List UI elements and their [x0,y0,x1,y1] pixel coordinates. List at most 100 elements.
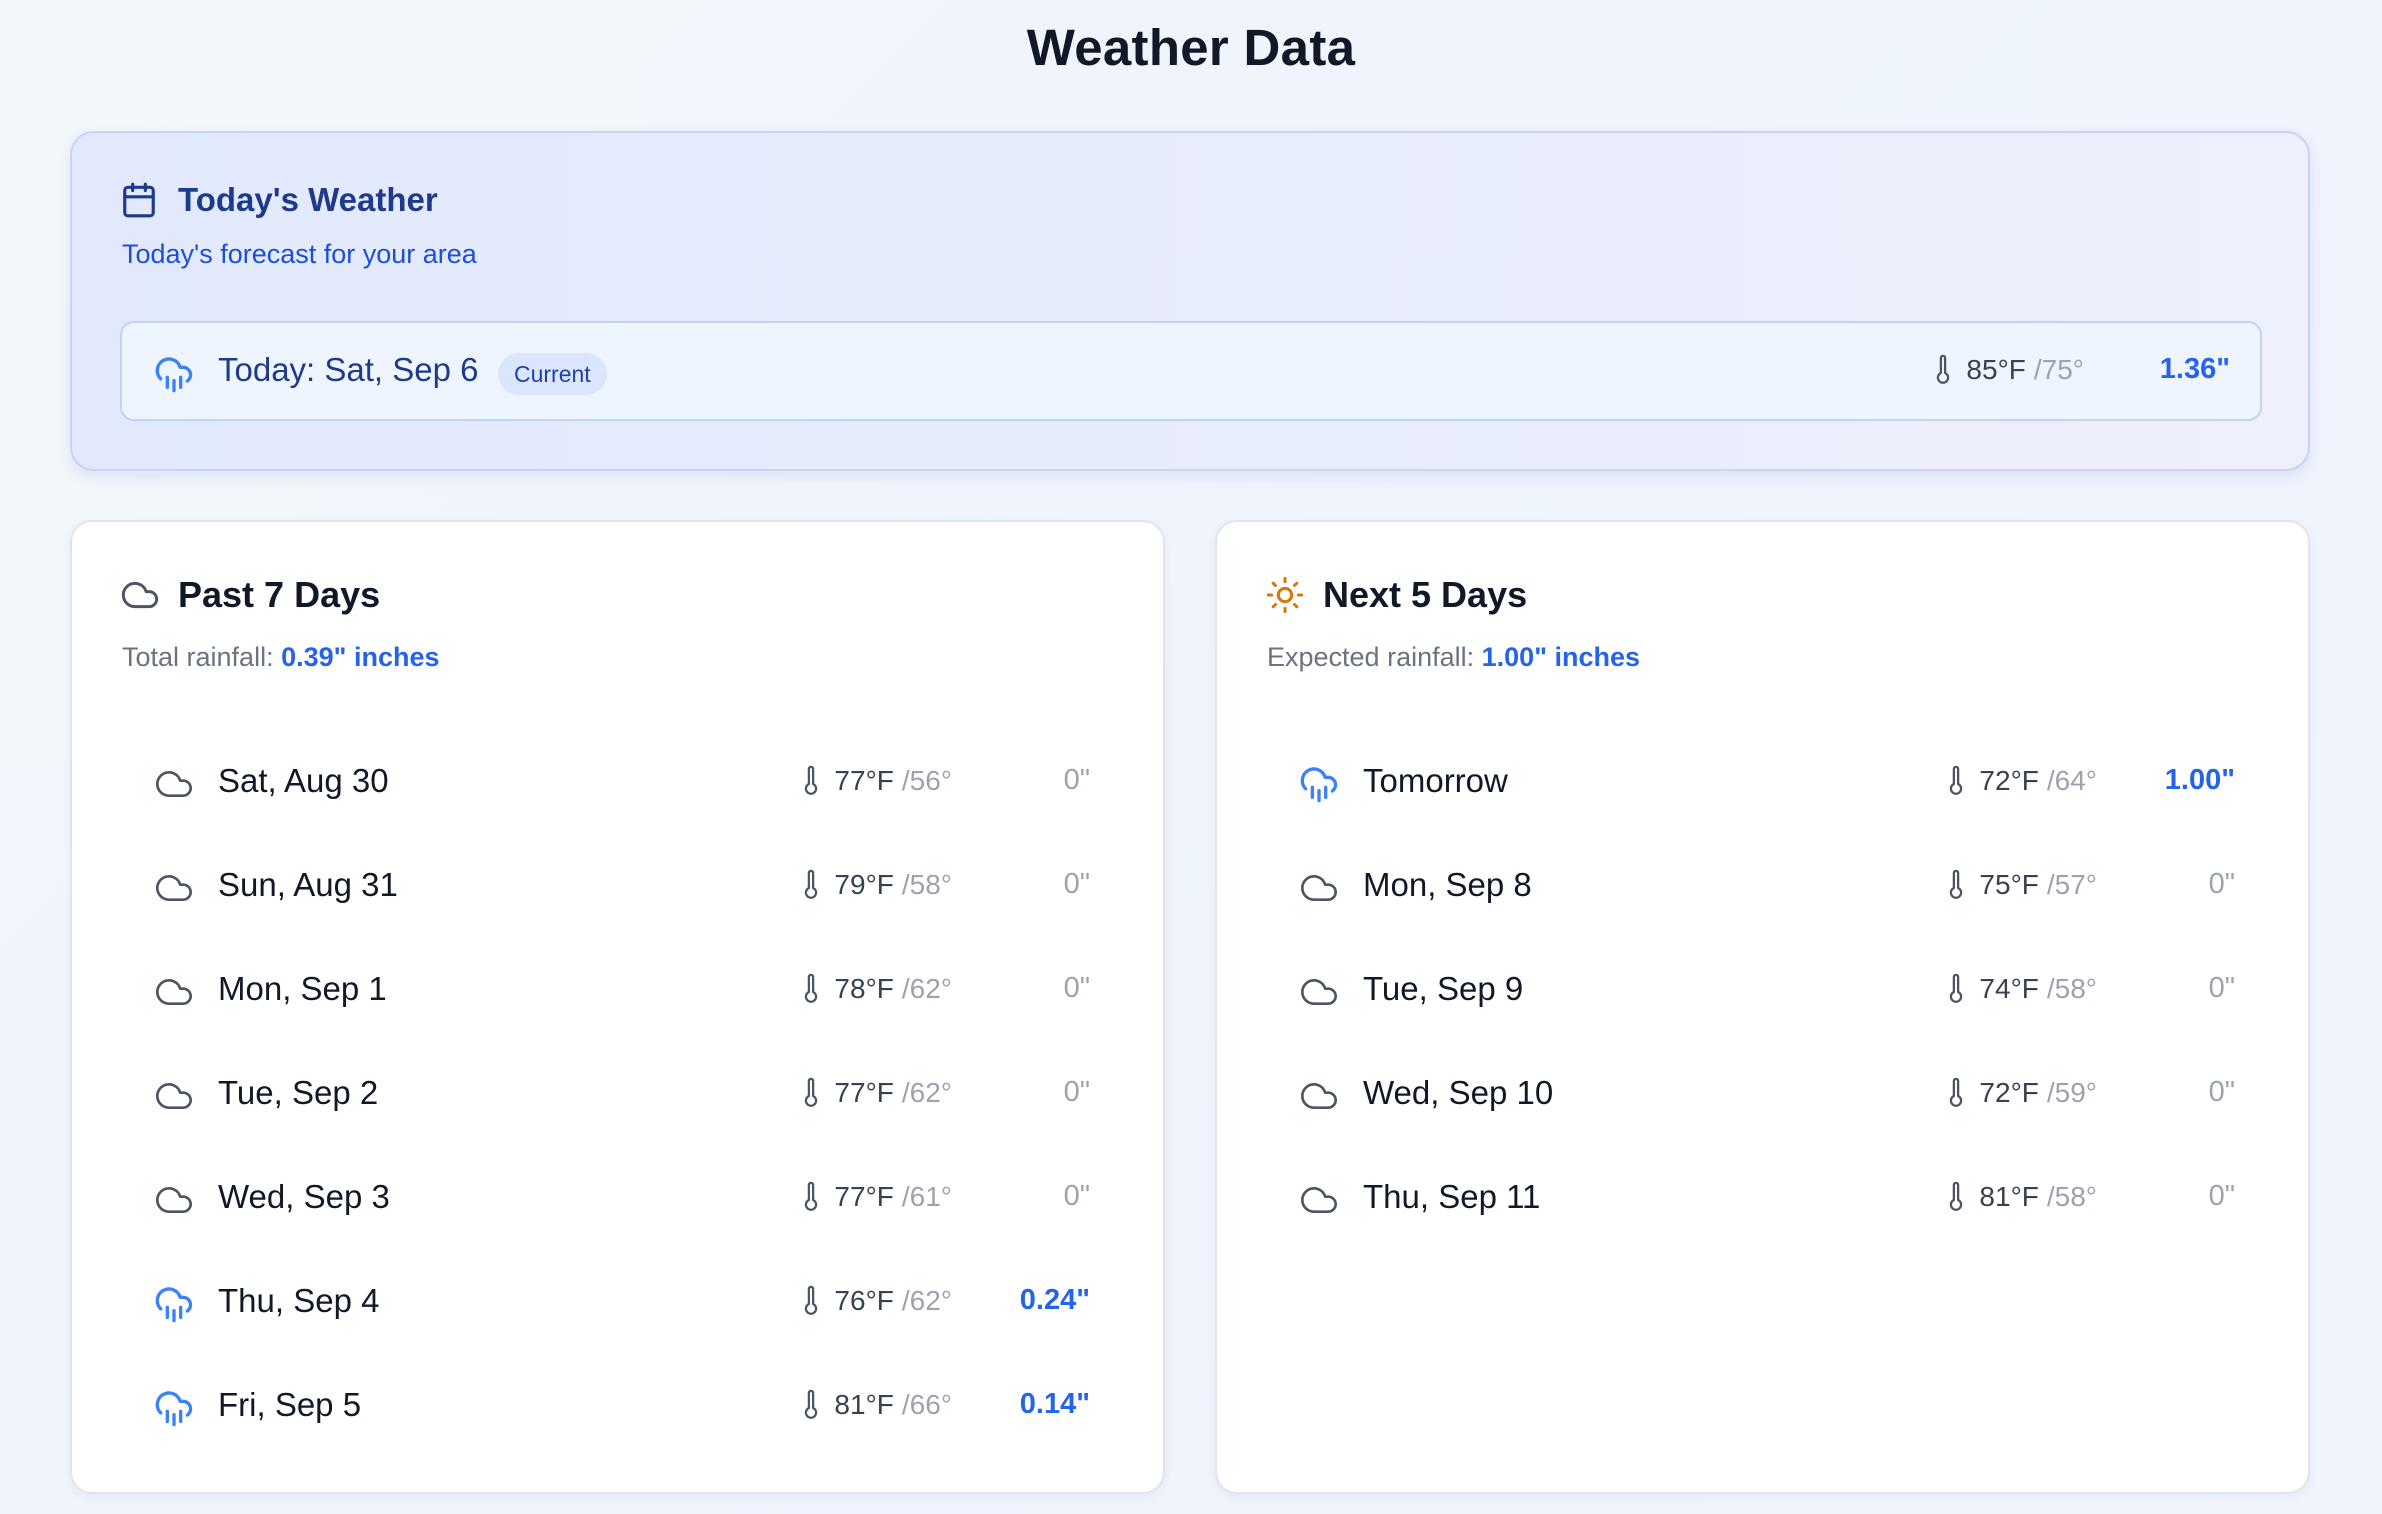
past-rainfall-value: 0.39" inches [281,642,440,672]
day-temperature: 76°F/62° [800,1284,952,1318]
low-temp: /61° [901,1181,952,1212]
thermometer-icon [800,972,834,1006]
thermometer-icon [1945,972,1979,1006]
today-weather-card: Today's Weather Today's forecast for you… [70,131,2310,471]
day-temperature: 81°F/58° [1945,1180,2097,1214]
day-temperature: 75°F/57° [1945,868,2097,902]
cloud-icon [120,575,160,615]
thermometer-icon [800,1076,834,1110]
low-temp: /62° [901,1285,952,1316]
high-temp: 81°F [834,1389,894,1420]
past-rainfall-summary: Total rainfall: 0.39" inches [122,642,439,673]
next-days-card: Next 5 Days Expected rainfall: 1.00" inc… [1215,520,2310,1494]
low-temp: /66° [901,1389,952,1420]
high-temp: 79°F [834,869,894,900]
day-rainfall: 0" [1063,1076,1090,1108]
low-temp: /58° [2046,973,2097,1004]
thermometer-icon [1945,1180,1979,1214]
cloud-icon [154,868,194,908]
high-temp: 77°F [834,1077,894,1108]
low-temp: /75° [2033,354,2084,385]
low-temp: /62° [901,973,952,1004]
low-temp: /56° [901,765,952,796]
past-header: Past 7 Days [120,574,380,616]
day-temperature: 72°F/59° [1945,1076,2097,1110]
day-row: Sat, Aug 30 77°F/56° 0" [120,732,1120,836]
high-temp: 81°F [1979,1181,2039,1212]
day-temperature: 78°F/62° [800,972,952,1006]
day-label: Thu, Sep 11 [1363,1178,1541,1215]
day-row: Fri, Sep 5 81°F/66° 0.14" [120,1356,1120,1460]
past-title: Past 7 Days [178,574,381,615]
thermometer-icon [1945,764,1979,798]
thermometer-icon [1945,1076,1979,1110]
page-title: Weather Data [1026,19,1356,76]
day-row: Tomorrow 72°F/64° 1.00" [1265,732,2265,836]
day-row: Tue, Sep 2 77°F/62° 0" [120,1044,1120,1148]
today-temperature: 85°F /75° [1932,353,2084,387]
day-rainfall: 1.00" [2164,764,2235,796]
cloud-icon [154,764,194,804]
day-temperature: 77°F/61° [800,1180,952,1214]
high-temp: 74°F [1979,973,2039,1004]
next-rainfall-summary: Expected rainfall: 1.00" inches [1267,642,1640,673]
cloud-icon [154,1076,194,1116]
high-temp: 76°F [834,1285,894,1316]
today-rainfall: 1.36" [2159,353,2230,385]
day-rainfall: 0.24" [1019,1284,1090,1316]
day-rainfall: 0" [2208,972,2235,1004]
high-temp: 78°F [834,973,894,1004]
high-temp: 77°F [834,765,894,796]
day-rainfall: 0" [1063,764,1090,796]
day-row: Wed, Sep 3 77°F/61° 0" [120,1148,1120,1252]
day-rainfall: 0" [1063,972,1090,1004]
day-temperature: 72°F/64° [1945,764,2097,798]
past-days-card: Past 7 Days Total rainfall: 0.39" inches… [70,520,1165,1494]
next-title: Next 5 Days [1323,574,1528,615]
cloud-icon [1299,868,1339,908]
rain-cloud-icon [154,354,194,394]
day-label: Wed, Sep 3 [218,1178,390,1215]
thermometer-icon [800,868,834,902]
day-row: Mon, Sep 8 75°F/57° 0" [1265,836,2265,940]
rain-cloud-icon [154,1388,194,1428]
thermometer-icon [1945,868,1979,902]
day-rainfall: 0" [1063,868,1090,900]
high-temp: 72°F [1979,1077,2039,1108]
rain-cloud-icon [1299,764,1339,804]
day-label: Tue, Sep 2 [218,1074,379,1111]
calendar-icon [120,181,158,219]
day-label: Fri, Sep 5 [218,1386,362,1423]
today-row: Today: Sat, Sep 6 Current 85°F /75° 1.36… [120,321,2262,421]
day-temperature: 81°F/66° [800,1388,952,1422]
day-rainfall: 0.14" [1019,1388,1090,1420]
day-temperature: 74°F/58° [1945,972,2097,1006]
low-temp: /57° [2046,869,2097,900]
high-temp: 72°F [1979,765,2039,796]
low-temp: /59° [2046,1077,2097,1108]
day-temperature: 77°F/62° [800,1076,952,1110]
high-temp: 75°F [1979,869,2039,900]
thermometer-icon [800,1284,834,1318]
page: Weather Data Today's Weather Today's for… [0,0,2382,1514]
today-subtitle: Today's forecast for your area [122,239,477,269]
day-label: Sat, Aug 30 [218,762,389,799]
past-days-list: Sat, Aug 30 77°F/56° 0" Sun, Aug 31 79°F/58°… [120,732,1120,1460]
day-label: Mon, Sep 1 [218,970,387,1007]
day-row: Thu, Sep 4 76°F/62° 0.24" [120,1252,1120,1356]
day-row: Thu, Sep 11 81°F/58° 0" [1265,1148,2265,1252]
next-header: Next 5 Days [1265,574,1527,616]
day-label: Mon, Sep 8 [1363,866,1532,903]
day-row: Sun, Aug 31 79°F/58° 0" [120,836,1120,940]
day-label: Tomorrow [1363,762,1508,799]
day-rainfall: 0" [1063,1180,1090,1212]
day-rainfall: 0" [2208,868,2235,900]
high-temp: 85°F [1966,354,2026,385]
day-rainfall: 0" [2208,1180,2235,1212]
day-label: Wed, Sep 10 [1363,1074,1554,1111]
past-rainfall-label: Total rainfall: [122,642,274,672]
day-temperature: 79°F/58° [800,868,952,902]
day-rainfall: 0" [2208,1076,2235,1108]
low-temp: /58° [2046,1181,2097,1212]
thermometer-icon [800,764,834,798]
